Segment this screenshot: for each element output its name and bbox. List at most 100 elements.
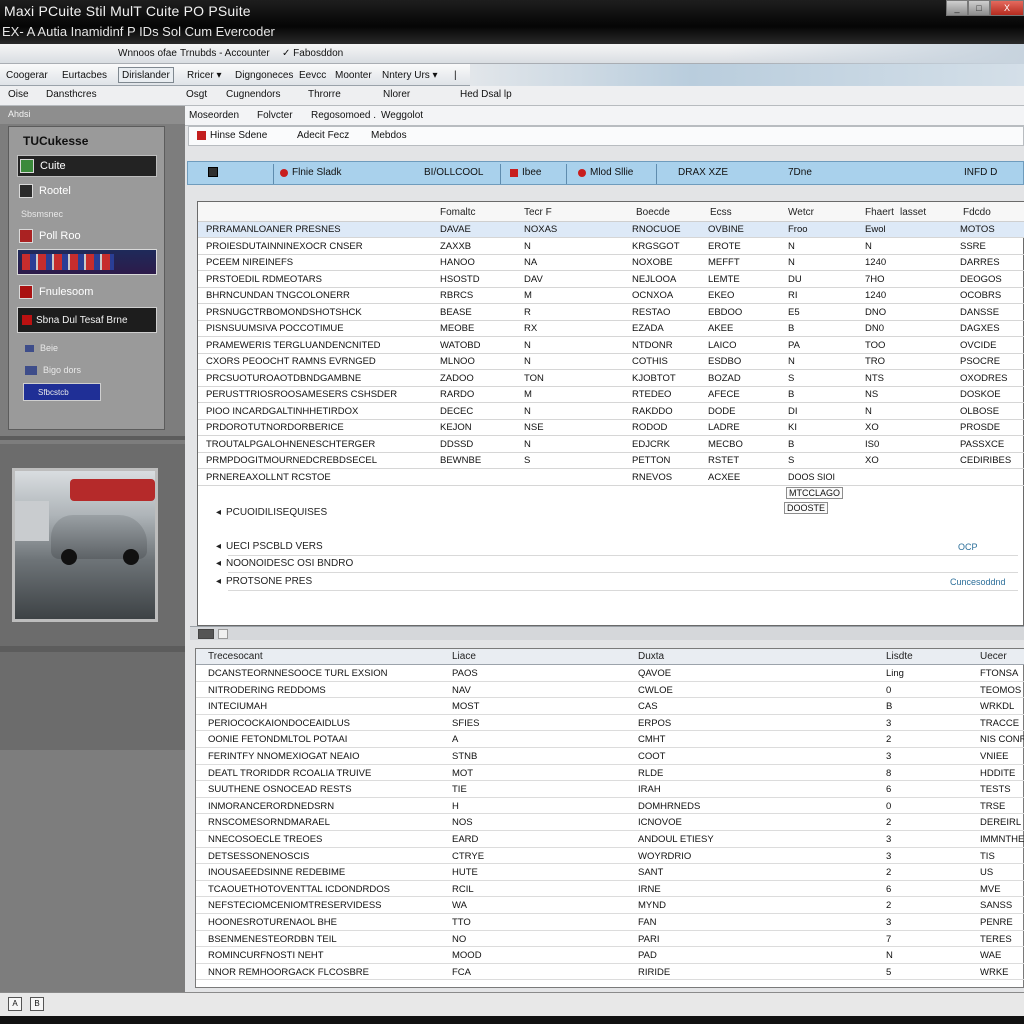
toolbar2-dansthcres[interactable]: Dansthcres [46, 89, 97, 100]
table-row[interactable]: PRMPDOGITMOURNEDCREBDSECEL BEWNBE S PETTON R… [198, 453, 1024, 469]
column-header[interactable]: Liace [452, 651, 476, 662]
column-header[interactable]: Lisdte [886, 651, 913, 662]
table-row[interactable]: NNOR REMHOORGACK FLCOSBRE FCA RIRIDE 5 WRKE [196, 964, 1024, 981]
table-row[interactable]: TCAOUETHOTOVENTTAL ICDONDRDOS RCIL IRNE 6 MV… [196, 881, 1024, 898]
table-row[interactable]: NEFSTECIOMCENIOMTRESERVIDESS WA MYND 2 SANSS [196, 897, 1024, 914]
sidebar-redbox-button[interactable]: Sbna Dul Tesaf Brne [17, 307, 157, 333]
status-button-a[interactable]: A [8, 997, 22, 1011]
toolbar2-help[interactable]: Hed Dsal lp [460, 89, 512, 100]
table-row[interactable]: RNSCOMESORNDMARAEL NOS ICNOVOE 2 DEREIRL [196, 814, 1024, 831]
toolbar-eevcc[interactable]: Eevcc [295, 67, 330, 83]
table-row[interactable]: NNECOSOECLE TREOES EARD ANDOUL ETIESY 3 IMMN… [196, 831, 1024, 848]
sidebar-item-cuite[interactable]: Cuite [17, 155, 157, 177]
toolbar-coogerar[interactable]: Coogerar [2, 67, 52, 83]
toolbar-digngoneces[interactable]: Digngoneces [231, 67, 297, 83]
minimize-button[interactable]: _ [946, 0, 968, 16]
column-header[interactable]: Fomaltc [440, 207, 476, 218]
menu-item-accounter[interactable]: Trnubds - Accounter [180, 48, 270, 59]
table-row[interactable]: PRSTOEDIL RDMEOTARS HSOSTD DAV NEJLOOA LEMTE… [198, 272, 1024, 288]
table-row[interactable]: PISNSUUMSIVA POCCOTIMUE MEOBE RX EZADA AKEE B… [198, 321, 1024, 337]
table-row[interactable]: SUUTHENE OSNOCEAD RESTS TIE IRAH 6 TESTS [196, 781, 1024, 798]
toolbar2-nlorer[interactable]: Nlorer [383, 89, 410, 100]
table-row[interactable]: PERUSTTRIOSROOSAMESERS CSHSDER RARDO M RTED… [198, 387, 1024, 403]
tab-moseorden[interactable]: Moseorden [189, 110, 239, 121]
table-row[interactable]: PERIOCOCKAIONDOCEAIDLUS SFIES ERPOS 3 TRACCE [196, 715, 1024, 732]
toolbar2-cugnendors[interactable]: Cugnendors [226, 89, 280, 100]
table-row[interactable]: INTECIUMAH MOST CAS B WRKDL [196, 698, 1024, 715]
table-row[interactable]: ROMINCURFNOSTI NEHT MOOD PAD N WAE [196, 947, 1024, 964]
menu-item-window[interactable]: Wnnoos ofae [118, 48, 177, 59]
sidebar-item-beie[interactable]: Beie [25, 343, 58, 353]
tab-hinse-sdene[interactable]: Hinse Sdene [197, 130, 267, 141]
table-row[interactable]: DETSESSONENOSCIS CTRYE WOYRDRIO 3 TIS [196, 848, 1024, 865]
table-row[interactable]: PRNEREAXOLLNT RCSTOE RNEVOS ACXEE [198, 470, 1024, 486]
column-header[interactable]: lasset [900, 207, 926, 218]
table-row[interactable]: CXORS PEOOCHT RAMNS EVRNGED MLNOO N COTHIS E… [198, 354, 1024, 370]
sidebar-item-fnulesoom[interactable]: Fnulesoom [17, 281, 157, 303]
table-row[interactable]: INMORANCERORDNEDSRN H DOMHRNEDS 0 TRSE [196, 798, 1024, 815]
sidebar-item-bigo[interactable]: Bigo dors [25, 365, 81, 375]
toolbar-moonter[interactable]: Moonter [331, 67, 376, 83]
table-row[interactable]: PRAMEWERIS TERGLUANDENCNITED WATOBD N NTDON… [198, 338, 1024, 354]
toolbar2-oise[interactable]: Oise [8, 89, 29, 100]
tab-regosomoed[interactable]: Regosomoed . [311, 110, 376, 121]
toolbar-rricer-dropdown[interactable]: Rricer ▾ [183, 67, 225, 83]
camera-icon[interactable] [198, 629, 214, 639]
panel-splitter[interactable] [190, 626, 1024, 640]
extra-item[interactable]: ◂ PROTSONE PRES [216, 576, 312, 587]
table-row[interactable]: OONIE FETONDMLTOL POTAAI A CMHT 2 NIS CONR [196, 731, 1024, 748]
table-row[interactable]: HOONESROTURENAOL BHE TTO FAN 3 PENRE [196, 914, 1024, 931]
table-row[interactable]: PRRAMANLOANER PRESNES DAVAE NOXAS RNOCUOE OV… [198, 222, 1024, 238]
close-button[interactable]: X [990, 0, 1024, 16]
table-row[interactable]: PRDOROTUTNORDORBERICE KEJON NSE RODOD LADRE K… [198, 420, 1024, 436]
column-header[interactable]: Fhaert [865, 207, 894, 218]
column-header[interactable]: Fdcdo [963, 207, 991, 218]
tab-mebdos[interactable]: Mebdos [371, 130, 407, 141]
column-header[interactable]: Duxta [638, 651, 664, 662]
info-cell-status[interactable]: Flnie Sladk [280, 167, 341, 178]
toolbar2-osgt[interactable]: Osgt [186, 89, 207, 100]
column-header[interactable]: Trecesocant [208, 651, 263, 662]
tab-folvcter[interactable]: Folvcter [257, 110, 293, 121]
info-cell-mode[interactable]: Mlod Sllie [578, 167, 633, 178]
extra-item[interactable]: ◂ NOONOIDESC OSI BNDRO [216, 558, 353, 569]
table-row[interactable]: TROUTALPGALOHNENESCHTERGER DDSSD N EDJCRK ME… [198, 437, 1024, 453]
table-row[interactable]: INOUSAEEDSINNE REDEBIME HUTE SANT 2 US [196, 864, 1024, 881]
table-row[interactable]: PROIESDUTAINNINEXOCR CNSER ZAXXB N KRGSGOT E… [198, 239, 1024, 255]
toolbar-dirislander[interactable]: Dirislander [118, 67, 174, 83]
table-row[interactable]: PIOO INCARDGALTINHHETIRDOX DECEC N RAKDDO DO… [198, 404, 1024, 420]
cuncesoddnd-link[interactable]: Cuncesoddnd [950, 577, 1006, 587]
tab-adecit-fecz[interactable]: Adecit Fecz [297, 130, 349, 141]
column-header[interactable]: Tecr F [524, 207, 552, 218]
extra-item[interactable]: ◂ UECI PSCBLD VERS [216, 541, 323, 552]
column-header[interactable]: Boecde [636, 207, 670, 218]
table-row[interactable]: BHRNCUNDAN TNGCOLONERR RBRCS M OCNXOA EKEO RI… [198, 288, 1024, 304]
column-header[interactable]: Ecss [710, 207, 732, 218]
table-row[interactable]: NITRODERING REDDOMS NAV CWLOE 0 TEOMOS [196, 682, 1024, 699]
ocp-link[interactable]: OCP [958, 542, 978, 552]
tab-weggolot[interactable]: Weggolot [381, 110, 423, 121]
sidebar-item-rootel[interactable]: Rootel [17, 180, 157, 202]
table-row[interactable]: PCEEM NIREINEFS HANOO NA NOXOBE MEFFT N 1240 DA… [198, 255, 1024, 271]
maximize-button[interactable]: □ [968, 0, 990, 16]
table-row[interactable]: FERINTFY NNOMEXIOGAT NEAIO STNB COOT 3 VNIEE [196, 748, 1024, 765]
sidebar-blue-button[interactable]: Sfbcstcb [23, 383, 101, 401]
sidebar-banner[interactable] [17, 249, 157, 275]
extra-item[interactable]: ◂ PCUOIDILISEQUISES [216, 507, 327, 518]
info-cell-ibee[interactable]: Ibee [510, 167, 541, 178]
table-row[interactable]: PRSNUGCTRBOMONDSHOTSHCK BEASE R RESTAO EBDOO… [198, 305, 1024, 321]
sidebar-item-poll-roo[interactable]: Poll Roo [17, 225, 157, 247]
menu-item-fabosddon[interactable]: ✓ Fabosddon [282, 48, 343, 59]
toolbar-eurtacbes[interactable]: Eurtacbes [58, 67, 111, 83]
toolbar2-throrre[interactable]: Throrre [308, 89, 341, 100]
column-header[interactable]: Uecer [980, 651, 1007, 662]
table-cell: 3 [886, 717, 892, 729]
toolbar-nntery-dropdown[interactable]: Nntery Urs ▾ [378, 67, 442, 83]
table-row[interactable]: BSENMENESTEORDBN TEIL NO PARI 7 TERES [196, 931, 1024, 948]
column-header[interactable]: Wetcr [788, 207, 814, 218]
status-button-b[interactable]: B [30, 997, 44, 1011]
table-row[interactable]: DEATL TRORIDDR RCOALIA TRUIVE MOT RLDE 8 HDD… [196, 765, 1024, 782]
table-row[interactable]: DCANSTEORNNESOOCE TURL EXSION PAOS QAVOE Li… [196, 665, 1024, 682]
page-icon[interactable] [218, 629, 228, 639]
table-row[interactable]: PRCSUOTUROAOTDBNDGAMBNE ZADOO TON KJOBTOT BO… [198, 371, 1024, 387]
